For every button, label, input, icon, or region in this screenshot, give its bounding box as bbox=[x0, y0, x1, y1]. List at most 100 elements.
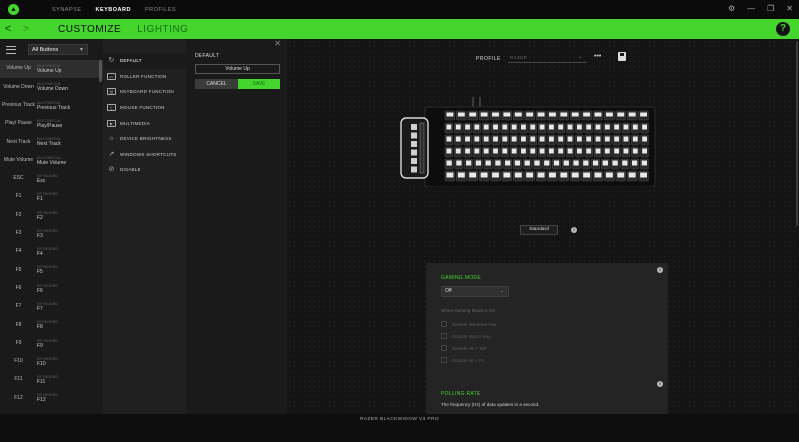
key-name: Previous Track bbox=[1, 101, 36, 108]
info-icon[interactable]: i bbox=[571, 227, 577, 233]
save-profile-icon[interactable] bbox=[618, 52, 626, 61]
key-list-item[interactable]: F11 KEYBOARD F11 bbox=[0, 371, 103, 389]
info-icon[interactable]: i bbox=[657, 267, 663, 273]
keyboard-keycap-glyph bbox=[576, 136, 582, 142]
assignment-value-field[interactable]: Volume Up bbox=[195, 64, 280, 74]
key-list-item[interactable]: F10 KEYBOARD F10 bbox=[0, 353, 103, 371]
function-item-multimedia[interactable]: ▶ MULTIMEDIA bbox=[103, 115, 186, 131]
tab-keyboard[interactable]: KEYBOARD bbox=[95, 7, 130, 13]
keyboard-keycap-glyph bbox=[604, 136, 610, 142]
key-list-item[interactable]: F12 KEYBOARD F12 bbox=[0, 389, 103, 407]
function-item-mouse-function[interactable]: ▯ MOUSE FUNCTION bbox=[103, 100, 186, 116]
assignment-value: F11 bbox=[37, 379, 46, 386]
keyboard-keycap-glyph bbox=[485, 160, 491, 166]
key-name: F2 bbox=[15, 211, 22, 218]
key-name: F4 bbox=[15, 248, 22, 255]
maximize-icon[interactable]: ❐ bbox=[767, 3, 774, 15]
standard-layout-button[interactable]: Standard bbox=[520, 225, 558, 235]
disable-alt-f4-checkbox[interactable]: Disable Alt + F4 bbox=[441, 356, 484, 364]
cancel-button[interactable]: CANCEL bbox=[195, 79, 238, 89]
key-assignment: KEYBOARD F7 bbox=[37, 302, 58, 312]
gaming-mode-subtitle: When Gaming Mode is On bbox=[441, 308, 496, 313]
assignment-value: Esc bbox=[37, 177, 46, 184]
keyboard-keycap-glyph bbox=[605, 172, 613, 178]
disable-macro-key-checkbox[interactable]: Disable Macro Key bbox=[441, 332, 491, 340]
nav-bar: < > CUSTOMIZE LIGHTING ? bbox=[0, 19, 799, 39]
function-label: DEFAULT bbox=[120, 58, 142, 64]
close-icon[interactable]: ✕ bbox=[274, 39, 281, 48]
keyboard-keycap-glyph bbox=[514, 112, 522, 117]
keyboard-keycap-glyph bbox=[553, 160, 560, 166]
main-scrollbar[interactable] bbox=[796, 41, 798, 226]
hamburger-icon[interactable] bbox=[6, 45, 16, 54]
info-icon[interactable]: i bbox=[657, 381, 663, 387]
back-arrow-icon[interactable]: < bbox=[2, 23, 14, 35]
key-list-item[interactable]: F4 KEYBOARD F4 bbox=[0, 243, 103, 261]
tab-lighting[interactable]: LIGHTING bbox=[137, 24, 188, 35]
keyboard-keycap-glyph bbox=[465, 136, 470, 142]
key-list-item[interactable]: F1 KEYBOARD F1 bbox=[0, 188, 103, 206]
forward-arrow-icon[interactable]: > bbox=[20, 23, 32, 35]
media-key bbox=[411, 141, 417, 147]
keyboard-keycap-glyph bbox=[534, 160, 540, 166]
keyboard-keycap-glyph bbox=[511, 124, 517, 130]
key-assignment: MULTIMEDIA Mute Volume bbox=[37, 156, 66, 166]
key-list-item[interactable]: F6 KEYBOARD F6 bbox=[0, 280, 103, 298]
key-assignment: MULTIMEDIA Next Track bbox=[37, 137, 61, 147]
disable-windows-key-checkbox[interactable]: Disable Windows Key bbox=[441, 320, 496, 328]
keyboard-keycap-glyph bbox=[560, 172, 568, 178]
key-list-item[interactable]: Volume Up MULTIMEDIA Volume Up bbox=[0, 60, 103, 79]
key-list-item[interactable]: Play/ Pause MULTIMEDIA Play/Pause bbox=[0, 115, 103, 133]
assignment-value: Next Track bbox=[37, 141, 61, 148]
key-name: F9 bbox=[15, 339, 22, 346]
close-icon[interactable]: ✕ bbox=[786, 3, 793, 15]
key-list-item[interactable]: Next Track MULTIMEDIA Next Track bbox=[0, 133, 103, 151]
settings-icon[interactable]: ⚙ bbox=[728, 3, 735, 15]
keyboard-keycap-glyph bbox=[586, 124, 592, 130]
key-list-item[interactable]: Mute Volume MULTIMEDIA Mute Volume bbox=[0, 151, 103, 169]
keyboard-keycap-glyph bbox=[560, 112, 568, 117]
keyboard-keycap-glyph bbox=[605, 112, 613, 117]
function-item-windows-shortcuts[interactable]: ↗ WINDOWS SHORTCUTS bbox=[103, 147, 186, 163]
function-item-device-brightness[interactable]: ☼ DEVICE BRIGHTNESS bbox=[103, 131, 186, 147]
key-list-item[interactable]: Volume Down MULTIMEDIA Volume Down bbox=[0, 78, 103, 96]
keyboard-keycap-glyph bbox=[492, 172, 499, 178]
keyboard-keycap-glyph bbox=[583, 112, 591, 117]
function-item-roller-function[interactable]: ▭ ROLLER FUNCTION bbox=[103, 69, 186, 85]
tab-customize[interactable]: CUSTOMIZE bbox=[58, 24, 121, 35]
keyboard-keycap-glyph bbox=[549, 124, 554, 130]
save-button[interactable]: SAVE bbox=[238, 79, 280, 89]
media-key bbox=[411, 149, 417, 156]
key-assignment: KEYBOARD F3 bbox=[37, 229, 58, 239]
key-name: Volume Up bbox=[6, 65, 31, 72]
key-list-scrollbar[interactable] bbox=[99, 60, 102, 82]
function-label: MOUSE FUNCTION bbox=[120, 105, 165, 111]
key-list-item[interactable]: F8 KEYBOARD F8 bbox=[0, 316, 103, 334]
assignment-value: F6 bbox=[37, 287, 43, 294]
more-options-icon[interactable]: ••• bbox=[594, 53, 601, 60]
function-item-disable[interactable]: ⊘ DISABLE bbox=[103, 162, 186, 178]
tab-profiles[interactable]: PROFILES bbox=[145, 7, 176, 13]
keyboard-keycap-glyph bbox=[583, 160, 589, 166]
gaming-mode-dropdown[interactable]: Off ⌄ bbox=[441, 286, 509, 297]
key-list-item[interactable]: F5 KEYBOARD F5 bbox=[0, 261, 103, 279]
function-item-keyboard-function[interactable]: ▤ KEYBOARD FUNCTION bbox=[103, 84, 186, 100]
key-list-item[interactable]: F9 KEYBOARD F9 bbox=[0, 334, 103, 352]
button-filter-dropdown[interactable]: All Buttons ▼ bbox=[28, 44, 88, 55]
help-icon[interactable]: ? bbox=[776, 22, 790, 36]
minimize-icon[interactable]: — bbox=[747, 3, 755, 15]
key-list-item[interactable]: Previous Track MULTIMEDIA Previous Track bbox=[0, 97, 103, 115]
profile-dropdown[interactable]: RAZER ⌄ bbox=[508, 52, 587, 63]
function-item-default[interactable]: ↻ DEFAULT bbox=[103, 53, 186, 69]
checkbox-label: Disable Alt + F4 bbox=[452, 357, 485, 363]
assignment-value: F8 bbox=[37, 324, 43, 331]
volume-wheel bbox=[419, 122, 425, 174]
tab-synapse[interactable]: SYNAPSE bbox=[52, 7, 81, 13]
key-list-item[interactable]: F2 KEYBOARD F2 bbox=[0, 206, 103, 224]
status-bar: RAZER BLACKWIDOW V3 PRO bbox=[0, 414, 799, 442]
key-list-item[interactable]: ESC KEYBOARD Esc bbox=[0, 170, 103, 188]
key-list-item[interactable]: F3 KEYBOARD F3 bbox=[0, 225, 103, 243]
key-list-item[interactable]: F7 KEYBOARD F7 bbox=[0, 298, 103, 316]
disable-alt-tab-checkbox[interactable]: Disable Alt + Tab bbox=[441, 344, 486, 352]
keyboard-keycap-glyph bbox=[521, 124, 526, 130]
